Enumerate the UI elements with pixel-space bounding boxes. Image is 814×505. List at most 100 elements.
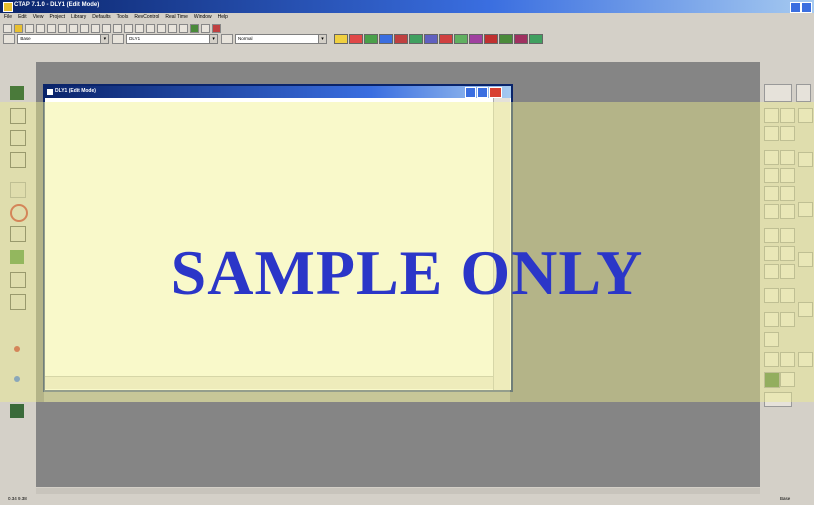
menu-help[interactable]: Help (218, 14, 228, 20)
palette-item-icon[interactable] (764, 126, 779, 141)
palette-item-icon[interactable] (780, 168, 795, 183)
menu-revcontrol[interactable]: RevControl (134, 14, 159, 20)
tool-red4-icon[interactable] (484, 34, 499, 44)
tool-red3-icon[interactable] (439, 34, 454, 44)
palette-item-icon[interactable] (780, 228, 795, 243)
palette-item-icon[interactable] (764, 246, 779, 261)
layer-combo[interactable]: Base ▾ (17, 34, 110, 44)
download-icon[interactable] (179, 24, 188, 33)
cut-icon[interactable] (58, 24, 67, 33)
menu-project[interactable]: Project (49, 14, 65, 20)
close-icon[interactable] (489, 87, 502, 98)
palette-item-icon[interactable] (798, 202, 813, 217)
palette-item-icon[interactable] (764, 288, 779, 303)
palette-tool-icon[interactable] (10, 294, 26, 310)
line-style-icon[interactable] (220, 34, 233, 44)
menu-view[interactable]: View (33, 14, 44, 20)
menu-edit[interactable]: Edit (18, 14, 27, 20)
palette-item-icon[interactable] (780, 264, 795, 279)
palette-tool-icon[interactable] (10, 226, 26, 242)
palette-tool-icon[interactable] (10, 204, 28, 222)
palette-dot-icon[interactable] (14, 376, 20, 382)
tool-maroon-icon[interactable] (514, 34, 529, 44)
undo-icon[interactable] (124, 24, 133, 33)
pointer-tool-icon[interactable] (334, 34, 349, 44)
tool-green3-icon[interactable] (454, 34, 469, 44)
run-icon[interactable] (190, 24, 199, 33)
tool-red2-icon[interactable] (394, 34, 409, 44)
zoom-in-icon[interactable] (91, 24, 100, 33)
palette-item-icon[interactable] (764, 228, 779, 243)
palette-item-icon[interactable] (764, 332, 779, 347)
close-icon[interactable] (801, 2, 812, 13)
print-icon[interactable] (36, 24, 45, 33)
palette-tool-icon[interactable] (10, 86, 24, 100)
palette-item-icon[interactable] (780, 288, 795, 303)
palette-item-icon[interactable] (764, 108, 779, 123)
palette-item-icon[interactable] (780, 204, 795, 219)
tool-green-icon[interactable] (364, 34, 379, 44)
palette-item-icon[interactable] (764, 186, 779, 201)
align-icon[interactable] (157, 24, 166, 33)
palette-item-icon[interactable] (798, 152, 813, 167)
tool-purple-icon[interactable] (424, 34, 439, 44)
palette-item-icon[interactable] (780, 186, 795, 201)
compile-icon[interactable] (168, 24, 177, 33)
open-icon[interactable] (14, 24, 23, 33)
palette-item-icon[interactable] (780, 246, 795, 261)
palette-item-icon[interactable] (764, 264, 779, 279)
tool-green4-icon[interactable] (499, 34, 514, 44)
palette-item-icon[interactable] (780, 150, 795, 165)
palette-item-icon[interactable] (764, 392, 792, 407)
palette-tool-icon[interactable] (10, 108, 26, 124)
style-combo[interactable]: Normal ▾ (234, 34, 327, 44)
sheet-icon[interactable] (111, 34, 124, 44)
palette-item-icon[interactable] (798, 302, 813, 317)
palette-item-icon[interactable] (764, 312, 779, 327)
menu-window[interactable]: Window (194, 14, 212, 20)
preview-icon[interactable] (47, 24, 56, 33)
palette-dot-icon[interactable] (14, 346, 20, 352)
menu-defaults[interactable]: Defaults (92, 14, 110, 20)
zoom-fit-icon[interactable] (113, 24, 122, 33)
vertical-scrollbar[interactable] (493, 98, 510, 390)
save-icon[interactable] (25, 24, 34, 33)
copy-icon[interactable] (69, 24, 78, 33)
palette-item-icon[interactable] (764, 168, 779, 183)
palette-item-icon[interactable] (764, 352, 779, 367)
palette-item-icon[interactable] (780, 126, 795, 141)
palette-item-icon[interactable] (798, 352, 813, 367)
tool-blue-icon[interactable] (379, 34, 394, 44)
document-title-bar[interactable]: DLY1 (Edit Mode) (45, 86, 511, 98)
tool-red-icon[interactable] (349, 34, 364, 44)
menu-tools[interactable]: Tools (117, 14, 129, 20)
palette-item-icon[interactable] (798, 108, 813, 123)
menu-realtime[interactable]: Real Time (165, 14, 188, 20)
new-icon[interactable] (3, 24, 12, 33)
horizontal-scrollbar[interactable] (45, 376, 493, 389)
minimize-icon[interactable] (465, 87, 476, 98)
palette-item-icon[interactable] (796, 84, 811, 102)
palette-item-icon[interactable] (780, 108, 795, 123)
palette-tool-icon[interactable] (10, 130, 26, 146)
menu-library[interactable]: Library (71, 14, 86, 20)
palette-item-icon[interactable] (764, 150, 779, 165)
menu-file[interactable]: File (4, 14, 12, 20)
debug-icon[interactable] (212, 24, 221, 33)
palette-item-icon[interactable] (780, 312, 795, 327)
grid-icon[interactable] (146, 24, 155, 33)
drawing-canvas[interactable] (45, 98, 493, 378)
palette-item-icon[interactable] (764, 372, 780, 388)
maximize-icon[interactable] (477, 87, 488, 98)
paste-icon[interactable] (80, 24, 89, 33)
tool-green5-icon[interactable] (529, 34, 544, 44)
minimize-icon[interactable] (790, 2, 801, 13)
workspace-scrollbar[interactable] (36, 488, 760, 494)
pointer-select-icon[interactable] (764, 84, 792, 102)
palette-tool-icon[interactable] (10, 250, 24, 264)
palette-tool-icon[interactable] (10, 182, 26, 198)
zoom-out-icon[interactable] (102, 24, 111, 33)
palette-item-icon[interactable] (798, 252, 813, 267)
tool-magenta-icon[interactable] (469, 34, 484, 44)
palette-tool-icon[interactable] (10, 152, 26, 168)
